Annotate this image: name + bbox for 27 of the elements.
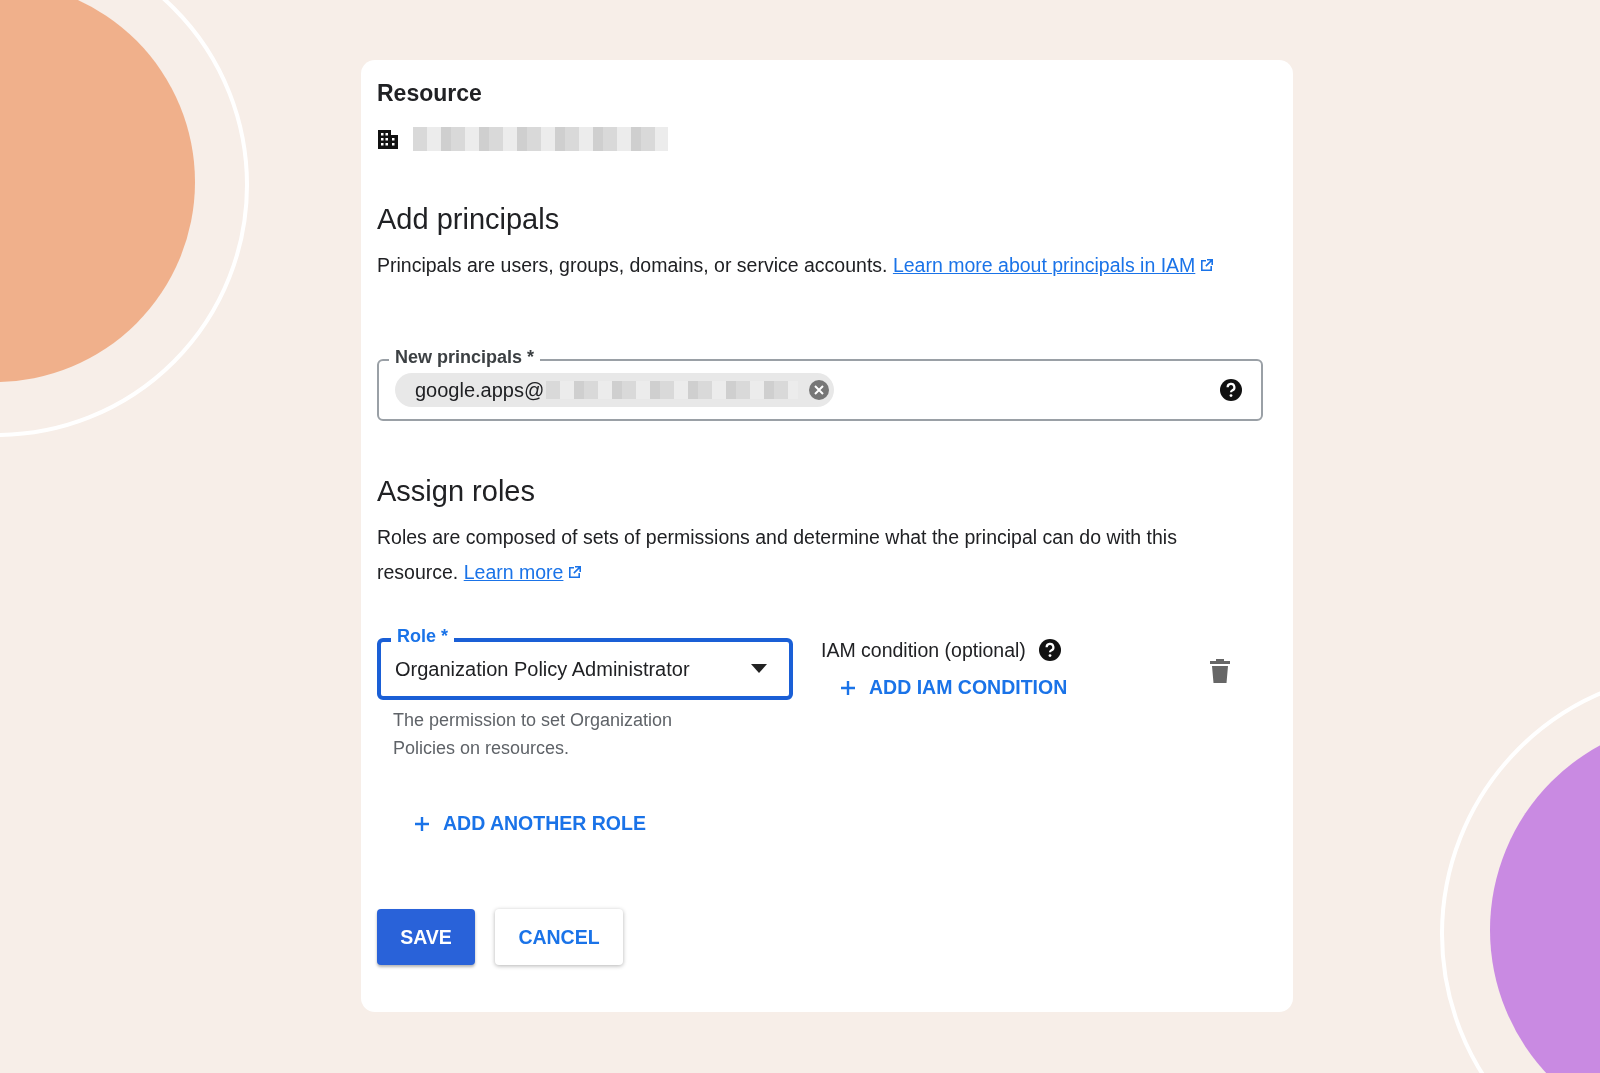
external-link-icon [567,564,584,580]
principal-chip[interactable]: google.apps@ [395,373,835,407]
remove-icon [808,379,831,401]
hint-text: The permission to set Organization Policies on resources. [392,709,674,760]
section-heading: Add principals [377,203,561,236]
condition-label: IAM condition (optional) [821,638,1026,662]
learn-more-link[interactable]: Learn more about principals in IAM [892,254,1216,276]
plus-icon [413,814,431,833]
description-text: Roles are composed of sets of permissions and determine what the principal can do with this resource. Learn more [377,525,1178,585]
building-icon [377,128,399,150]
help-icon [1219,378,1243,402]
learn-more-link[interactable]: Learn more [463,561,584,583]
add-condition-button[interactable]: ADD IAM CONDITION [821,668,1086,707]
dropdown-caret-icon [751,664,767,674]
delete-icon [1209,658,1231,684]
description-text: Principals are users, groups, domains, or service accounts. Learn more about principals in IAM [377,248,1257,283]
plus-icon [839,678,857,697]
save-button[interactable]: SAVE [377,909,475,965]
cancel-button[interactable]: CANCEL [495,909,623,965]
field-label: New principals * [389,347,541,368]
section-heading: Assign roles [377,475,536,508]
add-role-button[interactable]: ADD ANOTHER ROLE [395,804,664,843]
section-title: Resource [377,80,483,107]
help-icon [1037,638,1062,662]
chip-text: google.apps@ [415,378,545,402]
selected-value: Organization Policy Administrator [395,657,690,681]
external-link-icon [1199,257,1216,273]
